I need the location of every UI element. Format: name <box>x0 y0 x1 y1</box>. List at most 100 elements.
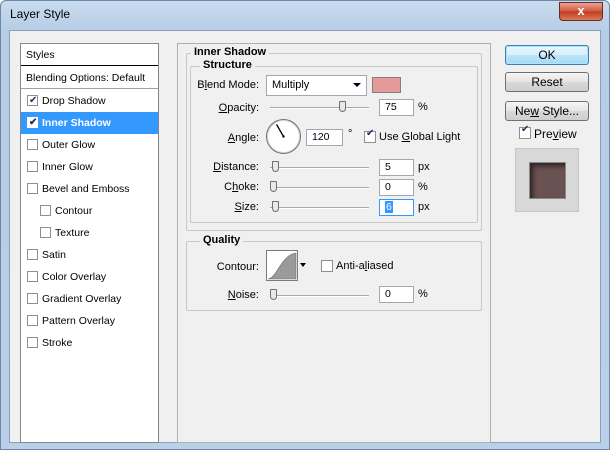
style-item-contour[interactable]: Contour <box>21 200 158 222</box>
choke-input[interactable]: 0 <box>379 179 414 196</box>
noise-slider-thumb[interactable] <box>270 289 277 300</box>
angle-dial[interactable] <box>266 119 301 154</box>
styles-list: Styles Blending Options: Default Drop Sh… <box>20 43 159 443</box>
style-item-checkbox[interactable] <box>40 205 51 216</box>
inner-shadow-panel: Inner Shadow Structure Blend Mode: Multi… <box>177 43 491 443</box>
preview-swatch <box>530 163 565 198</box>
style-item-satin[interactable]: Satin <box>21 244 158 266</box>
opacity-input[interactable]: 75 <box>379 99 414 116</box>
size-slider-track[interactable] <box>270 207 369 209</box>
preview-label: Preview <box>534 127 577 141</box>
style-item-inner-glow[interactable]: Inner Glow <box>21 156 158 178</box>
noise-slider-track[interactable] <box>270 295 369 297</box>
choke-label: Choke: <box>224 181 259 193</box>
style-item-label: Bevel and Emboss <box>42 183 130 195</box>
style-item-label: Gradient Overlay <box>42 293 122 305</box>
distance-unit: px <box>418 161 430 173</box>
style-item-inner-shadow[interactable]: Inner Shadow <box>21 112 158 134</box>
style-item-label: Color Overlay <box>42 271 107 283</box>
shadow-color-swatch[interactable] <box>372 77 401 93</box>
style-item-checkbox[interactable] <box>27 337 38 348</box>
style-item-label: Outer Glow <box>42 139 96 151</box>
style-item-checkbox[interactable] <box>27 183 38 194</box>
distance-label: Distance: <box>213 161 259 173</box>
noise-label: Noise: <box>227 289 259 301</box>
choke-unit: % <box>418 181 428 193</box>
style-item-label: Inner Shadow <box>42 117 111 129</box>
ok-button[interactable]: OK <box>505 45 589 65</box>
style-item-checkbox[interactable] <box>27 161 38 172</box>
style-item-outer-glow[interactable]: Outer Glow <box>21 134 158 156</box>
style-item-texture[interactable]: Texture <box>21 222 158 244</box>
style-item-bevel-and-emboss[interactable]: Bevel and Emboss <box>21 178 158 200</box>
blending-options-label: Blending Options: Default <box>26 72 146 84</box>
window-title: Layer Style <box>10 7 71 21</box>
blend-mode-value: Multiply <box>272 79 310 91</box>
style-item-stroke[interactable]: Stroke <box>21 332 158 354</box>
chevron-down-icon <box>353 83 361 87</box>
style-item-checkbox[interactable] <box>27 315 38 326</box>
style-item-gradient-overlay[interactable]: Gradient Overlay <box>21 288 158 310</box>
preview-checkbox[interactable] <box>519 124 531 139</box>
close-icon: x <box>577 3 585 18</box>
angle-input[interactable]: 120 <box>306 129 343 146</box>
size-input[interactable]: 6 <box>379 199 414 216</box>
style-item-checkbox[interactable] <box>27 90 38 112</box>
style-item-label: Contour <box>55 205 93 217</box>
distance-slider-thumb[interactable] <box>272 161 279 172</box>
angle-unit: ° <box>348 128 353 140</box>
blend-mode-label: Blend Mode: <box>197 79 259 91</box>
style-item-pattern-overlay[interactable]: Pattern Overlay <box>21 310 158 332</box>
choke-slider-thumb[interactable] <box>270 181 277 192</box>
style-item-label: Inner Glow <box>42 161 93 173</box>
style-item-label: Drop Shadow <box>42 95 106 107</box>
style-item-checkbox[interactable] <box>27 139 38 150</box>
structure-title: Structure <box>200 59 255 71</box>
opacity-label: Opacity: <box>218 102 259 114</box>
anti-aliased-checkbox[interactable] <box>321 260 333 272</box>
reset-label: Reset <box>531 75 563 89</box>
style-preview-thumbnail <box>515 148 579 212</box>
style-item-label: Stroke <box>42 337 73 349</box>
style-item-label: Pattern Overlay <box>42 315 115 327</box>
quality-title: Quality <box>200 234 244 246</box>
style-item-checkbox[interactable] <box>27 293 38 304</box>
distance-input[interactable]: 5 <box>379 159 414 176</box>
new-style-label: New Style... <box>514 104 580 118</box>
style-item-label: Texture <box>55 227 90 239</box>
style-item-label: Satin <box>42 249 66 261</box>
contour-curve-icon <box>267 252 297 280</box>
size-label: Size: <box>234 201 259 213</box>
blend-mode-select[interactable]: Multiply <box>266 75 367 96</box>
reset-button[interactable]: Reset <box>505 72 589 92</box>
use-global-light-label: Use Global Light <box>379 131 461 143</box>
blending-options-item[interactable]: Blending Options: Default <box>21 67 158 89</box>
style-item-color-overlay[interactable]: Color Overlay <box>21 266 158 288</box>
dialog-body: Styles Blending Options: Default Drop Sh… <box>9 30 601 443</box>
contour-picker[interactable] <box>266 250 298 281</box>
noise-unit: % <box>418 288 428 300</box>
choke-slider-track[interactable] <box>270 187 369 189</box>
style-item-checkbox[interactable] <box>27 112 38 134</box>
noise-input[interactable]: 0 <box>379 286 414 303</box>
contour-dropdown-button[interactable] <box>298 250 308 281</box>
styles-header[interactable]: Styles <box>21 44 158 66</box>
distance-slider-track[interactable] <box>270 167 369 169</box>
style-item-checkbox[interactable] <box>27 249 38 260</box>
angle-dial-needle <box>275 124 285 138</box>
opacity-slider-track[interactable] <box>270 107 369 109</box>
style-item-checkbox[interactable] <box>27 271 38 282</box>
close-button[interactable]: x <box>559 2 603 21</box>
anti-aliased-label: Anti-aliased <box>336 260 394 272</box>
use-global-light-checkbox[interactable] <box>364 128 376 143</box>
title-bar[interactable]: Layer Style x <box>1 1 609 29</box>
size-unit: px <box>418 201 430 213</box>
style-item-checkbox[interactable] <box>40 227 51 238</box>
new-style-button[interactable]: New Style... <box>505 101 589 121</box>
opacity-slider-thumb[interactable] <box>339 101 346 112</box>
style-item-drop-shadow[interactable]: Drop Shadow <box>21 90 158 112</box>
inner-shadow-title: Inner Shadow <box>191 46 270 58</box>
contour-label: Contour: <box>216 261 259 273</box>
size-slider-thumb[interactable] <box>272 201 279 212</box>
ok-label: OK <box>538 48 556 62</box>
